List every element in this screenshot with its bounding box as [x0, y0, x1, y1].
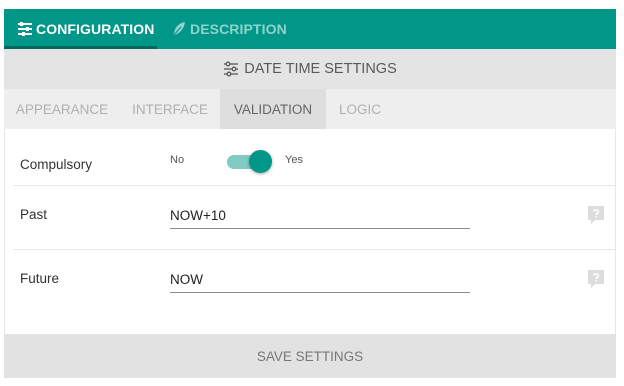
- future-input[interactable]: [170, 269, 470, 293]
- question-icon[interactable]: [587, 269, 605, 289]
- past-row: Past: [5, 186, 615, 249]
- validation-form: Compulsory No Yes Past Future: [4, 129, 616, 334]
- tab-description[interactable]: DESCRIPTION: [171, 9, 287, 49]
- panel-header: DATE TIME SETTINGS: [4, 49, 616, 89]
- compulsory-label: Compulsory: [20, 157, 93, 172]
- panel-title: DATE TIME SETTINGS: [244, 61, 397, 77]
- compulsory-toggle-knob[interactable]: [249, 150, 272, 173]
- question-icon[interactable]: [587, 205, 605, 225]
- tab-appearance[interactable]: APPEARANCE: [4, 89, 120, 129]
- tab-description-label: DESCRIPTION: [190, 21, 287, 37]
- top-tab-bar: CONFIGURATION DESCRIPTION: [4, 9, 616, 49]
- tab-logic[interactable]: LOGIC: [326, 89, 394, 129]
- sub-tab-bar: APPEARANCE INTERFACE VALIDATION LOGIC: [4, 89, 616, 129]
- past-label: Past: [20, 207, 48, 222]
- toggle-off-label: No: [170, 154, 185, 166]
- toggle-on-label: Yes: [285, 154, 303, 166]
- save-settings-button[interactable]: SAVE SETTINGS: [4, 334, 616, 378]
- tab-interface[interactable]: INTERFACE: [120, 89, 220, 129]
- tab-configuration-label: CONFIGURATION: [36, 21, 155, 37]
- sliders-icon: [18, 22, 32, 36]
- future-row: Future: [5, 250, 615, 334]
- future-label: Future: [20, 271, 60, 286]
- feather-icon: [172, 22, 185, 37]
- compulsory-row: Compulsory No Yes: [5, 129, 615, 185]
- past-input[interactable]: [170, 205, 470, 229]
- tab-validation[interactable]: VALIDATION: [220, 89, 326, 129]
- settings-window: CONFIGURATION DESCRIPTION DATE TIME SETT…: [0, 0, 624, 386]
- tab-configuration[interactable]: CONFIGURATION: [4, 9, 157, 49]
- settings-sliders-icon: [224, 61, 239, 77]
